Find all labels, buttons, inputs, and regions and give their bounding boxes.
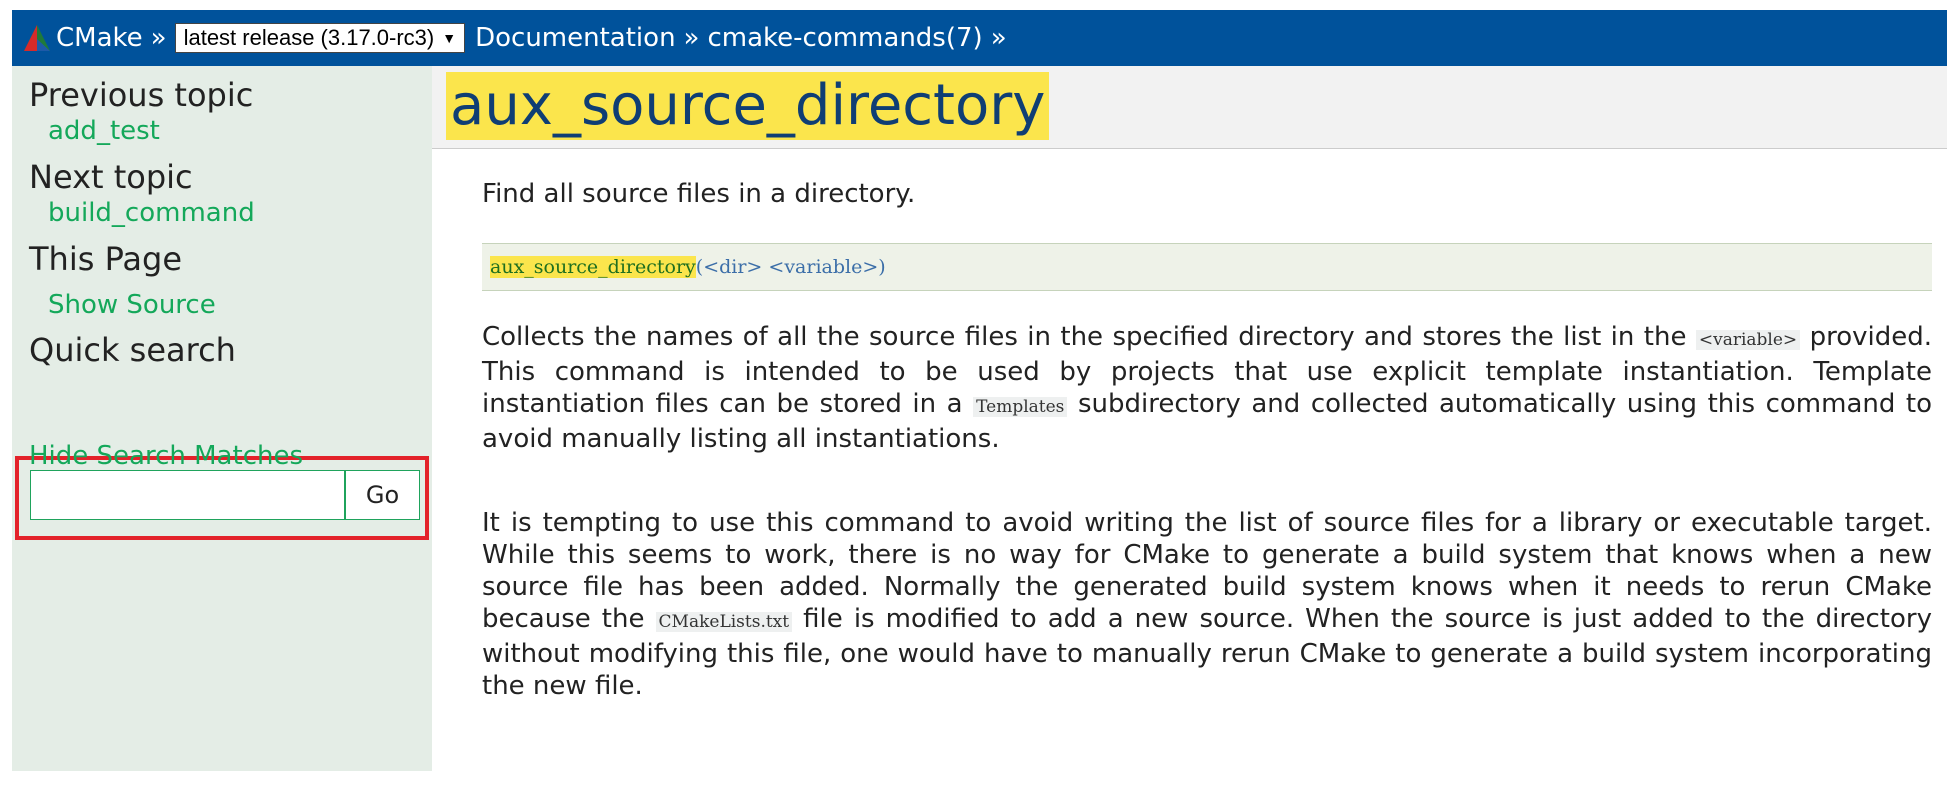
breadcrumb-separator: » <box>990 23 1007 53</box>
description-paragraph: Collects the names of all the source fil… <box>482 321 1932 455</box>
caveat-paragraph: It is tempting to use this command to av… <box>482 507 1932 702</box>
show-source-link[interactable]: Show Source <box>48 290 216 320</box>
go-button[interactable]: Go <box>345 470 420 520</box>
inline-code: <variable> <box>1695 330 1801 350</box>
inline-code: CMakeLists.txt <box>655 612 793 632</box>
next-topic-heading: Next topic <box>29 158 193 196</box>
breadcrumb-separator: » <box>150 23 167 53</box>
previous-topic-heading: Previous topic <box>29 76 254 114</box>
version-select-value: latest release (3.17.0-rc3) <box>183 25 435 50</box>
cmake-commands-link[interactable]: cmake-commands(7) <box>707 23 982 53</box>
documentation-link[interactable]: Documentation <box>475 23 675 53</box>
next-topic-link[interactable]: build_command <box>48 198 255 228</box>
cmake-triangle-logo-icon <box>24 25 50 51</box>
version-select[interactable]: latest release (3.17.0-rc3) ▼ <box>174 23 466 53</box>
previous-topic-link[interactable]: add_test <box>48 116 160 146</box>
dropdown-arrow-icon: ▼ <box>442 30 457 46</box>
sidebar: Previous topic add_test Next topic build… <box>12 66 432 771</box>
inline-code: Templates <box>973 397 1068 417</box>
signature-code-block: aux_source_directory (<dir> <variable>) <box>482 243 1932 291</box>
page-title: aux_source_directory <box>446 72 1050 140</box>
quick-search-heading: Quick search <box>29 331 236 369</box>
main-content: aux_source_directory Find all source fil… <box>432 66 1947 771</box>
search-input[interactable] <box>30 470 345 520</box>
breadcrumb-separator: » <box>683 23 700 53</box>
cmake-home-link[interactable]: CMake <box>56 23 143 53</box>
hide-search-matches-link[interactable]: Hide Search Matches <box>29 441 303 471</box>
this-page-heading: This Page <box>29 240 183 278</box>
command-summary: Find all source files in a directory. <box>482 179 916 209</box>
top-navigation-bar: CMake » latest release (3.17.0-rc3) ▼ Do… <box>12 10 1947 66</box>
signature-arguments: (<dir> <variable>) <box>695 256 886 278</box>
page: CMake » latest release (3.17.0-rc3) ▼ Do… <box>12 0 1947 789</box>
title-band: aux_source_directory <box>432 66 1947 149</box>
signature-command-name: aux_source_directory <box>490 256 696 278</box>
paragraph-text: Collects the names of all the source fil… <box>482 322 1696 352</box>
